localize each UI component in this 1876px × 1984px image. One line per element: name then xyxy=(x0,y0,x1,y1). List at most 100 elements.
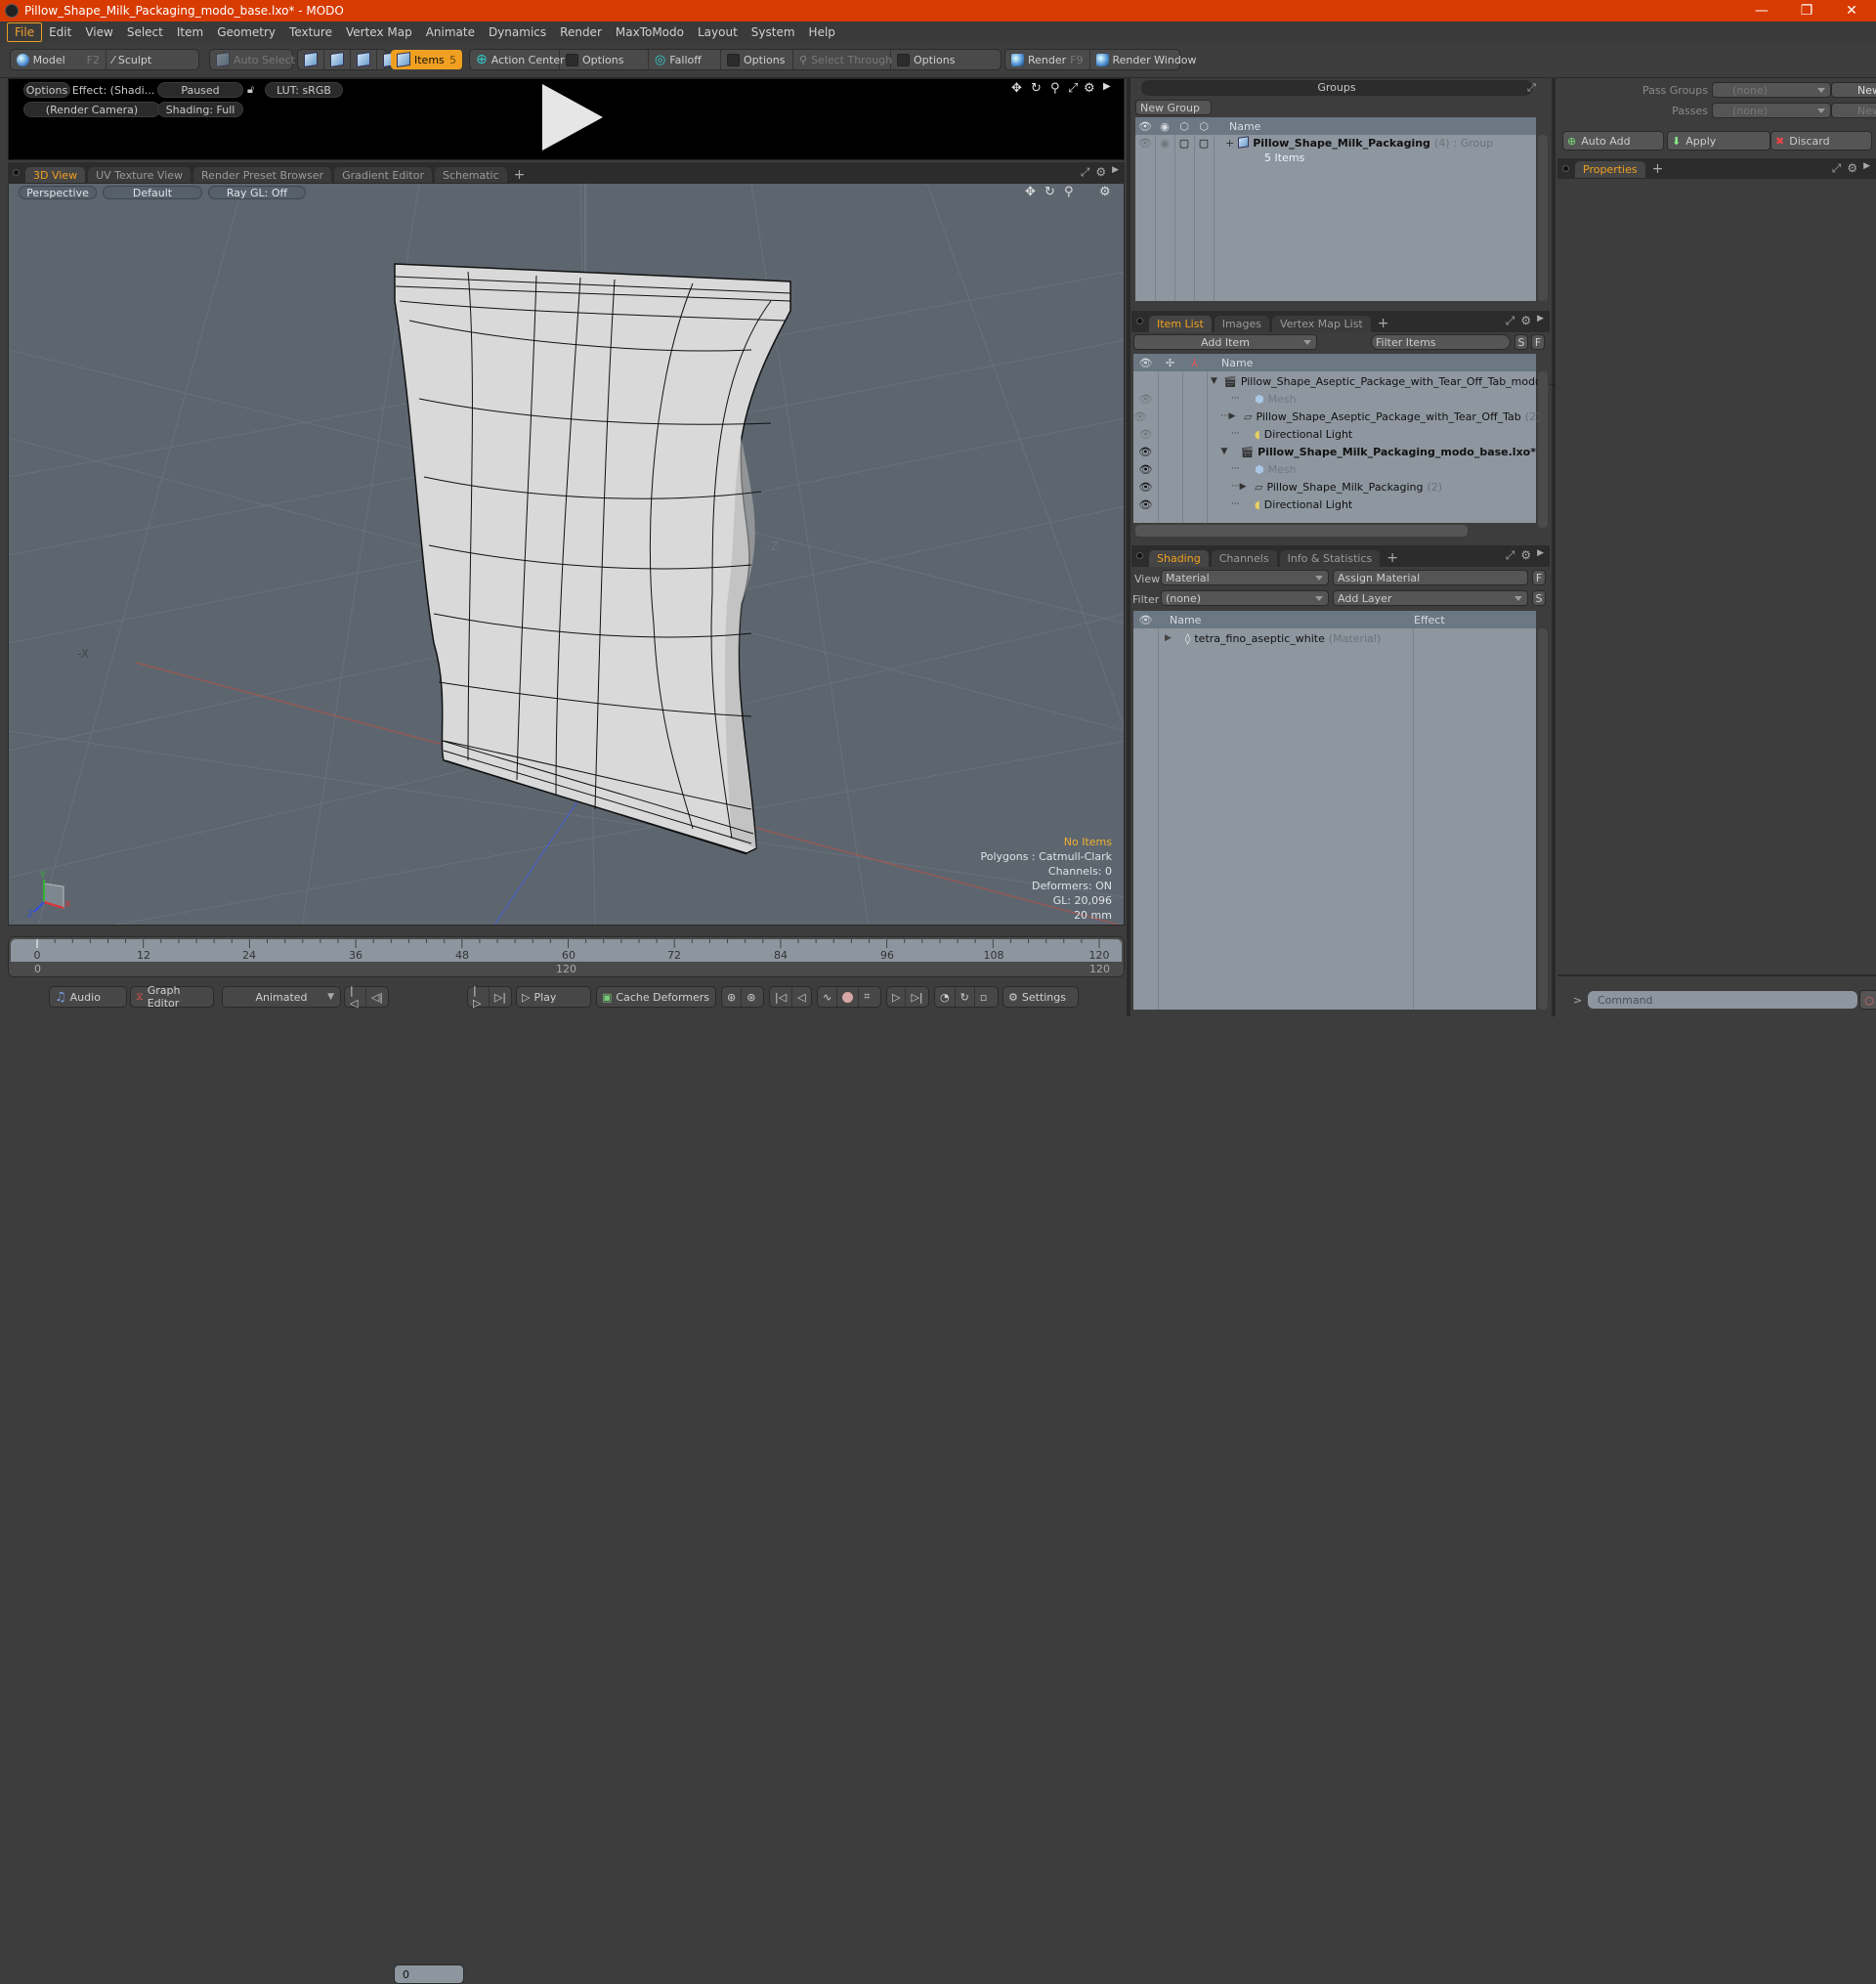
apply-button[interactable]: ⬇ Apply xyxy=(1667,131,1770,151)
menu-vertex-map[interactable]: Vertex Map xyxy=(339,23,419,41)
filter-items-input[interactable]: Filter Items xyxy=(1371,334,1511,350)
preview-effect-dropdown[interactable]: Effect: (Shadi... xyxy=(72,82,154,98)
passes-dropdown[interactable]: (none) xyxy=(1712,103,1831,118)
maximize-icon[interactable]: ⤢ xyxy=(1506,548,1515,563)
polygons-mode-button[interactable] xyxy=(351,50,377,69)
tab-render-preset-browser[interactable]: Render Preset Browser xyxy=(193,167,332,184)
auto-add-button[interactable]: ⊕ Auto Add xyxy=(1562,131,1664,151)
next-key-button[interactable]: |▷ xyxy=(468,984,490,1010)
visibility-eye-icon[interactable]: 👁︎ xyxy=(1133,393,1158,406)
tab-gradient-editor[interactable]: Gradient Editor xyxy=(334,167,432,184)
item-row[interactable]: 👁︎ ▼ 🎬︎Pillow_Shape_Aseptic_Package_with_T… xyxy=(1133,372,1556,390)
maximize-icon[interactable]: ⤢ xyxy=(1506,314,1515,328)
tab-schematic[interactable]: Schematic xyxy=(435,167,507,184)
zoom-view-icon[interactable]: ⚲ xyxy=(1064,185,1074,199)
key-selection-icon[interactable]: ◔ xyxy=(935,987,956,1007)
group-row[interactable]: 👁︎ ◉ ▢ ▢ + Pillow_Shape_Milk_Packaging (… xyxy=(1135,136,1536,166)
menu-layout[interactable]: Layout xyxy=(691,23,745,41)
item-row[interactable]: 👁︎ ···▶ ▱ Pillow_Shape_Milk_Packaging (2) xyxy=(1133,478,1536,496)
item-list-hscrollbar[interactable] xyxy=(1135,525,1468,537)
auto-select-button[interactable]: Auto Select xyxy=(210,50,301,69)
style-dropdown[interactable]: Default xyxy=(103,186,202,199)
new-group-button[interactable]: New Group xyxy=(1135,100,1212,115)
3d-viewport[interactable]: -X -Z Y X Z Perspective Default Ray GL: … xyxy=(8,183,1125,926)
panel-arrow-icon[interactable]: ▶ xyxy=(1112,165,1119,180)
menu-system[interactable]: System xyxy=(745,23,802,41)
tab-channels[interactable]: Channels xyxy=(1211,550,1277,567)
expand-arrow-icon[interactable]: ▶ xyxy=(1165,633,1172,643)
menu-animate[interactable]: Animate xyxy=(419,23,482,41)
key-channels-icon[interactable]: ⌗ xyxy=(859,987,874,1007)
gear-icon[interactable]: ⚙ xyxy=(1520,314,1531,328)
item-row[interactable]: 👁︎ ··· ⬢ Mesh xyxy=(1133,460,1536,478)
tab-images[interactable]: Images xyxy=(1214,316,1269,332)
prev-keyframe-icon[interactable]: |◁ xyxy=(770,987,793,1007)
timeline-ruler[interactable]: 0 12 24 36 48 60 72 84 96 108 120 xyxy=(11,939,1122,962)
menu-help[interactable]: Help xyxy=(802,23,842,41)
audio-button[interactable]: ♫ Audio xyxy=(49,986,127,1008)
menu-render[interactable]: Render xyxy=(553,23,609,41)
animated-dropdown[interactable]: Animated ▼ xyxy=(222,986,341,1008)
add-tab-icon[interactable]: + xyxy=(1648,161,1668,178)
render-button[interactable]: Render F9 xyxy=(1005,50,1090,69)
add-tab-icon[interactable]: + xyxy=(1383,550,1402,567)
prev-step-icon[interactable]: ◁ xyxy=(792,987,810,1007)
select-through-options-button[interactable]: Options xyxy=(891,50,960,69)
add-layer-dropdown[interactable]: Add Layer xyxy=(1333,590,1528,606)
edges-mode-button[interactable] xyxy=(324,50,351,69)
falloff-options-button[interactable]: Options xyxy=(721,50,793,69)
menu-maxtomodo[interactable]: MaxToModo xyxy=(609,23,691,41)
menu-file[interactable]: File xyxy=(7,22,43,42)
maximize-icon[interactable]: ⤢ xyxy=(1832,161,1842,176)
expand-arrow-icon[interactable]: ···▶ xyxy=(1220,411,1236,421)
vertices-mode-button[interactable] xyxy=(298,50,324,69)
select-through-button[interactable]: ⚲ Select Through xyxy=(793,50,892,69)
visibility-eye-icon[interactable]: 👁︎ xyxy=(1133,463,1158,476)
menu-texture[interactable]: Texture xyxy=(282,23,339,41)
item-row[interactable]: 👁︎ ···▶ ▱ Pillow_Shape_Aseptic_Package_with… xyxy=(1133,408,1540,425)
panel-arrow-icon[interactable]: ▶ xyxy=(1537,314,1544,328)
panel-arrow-icon[interactable]: ▶ xyxy=(1537,548,1544,563)
frame-input[interactable]: 0 xyxy=(394,1964,464,1984)
menu-select[interactable]: Select xyxy=(120,23,170,41)
panel-arrow-icon[interactable]: ▶ xyxy=(1863,161,1870,176)
tab-3d-view[interactable]: 3D View xyxy=(25,167,86,184)
view-dropdown[interactable]: Material xyxy=(1161,570,1329,585)
filter-dropdown[interactable]: (none) xyxy=(1161,590,1329,606)
splitter[interactable] xyxy=(1127,78,1130,1016)
play-button[interactable]: ▷ Play xyxy=(516,986,591,1008)
menu-dynamics[interactable]: Dynamics xyxy=(482,23,553,41)
splitter[interactable] xyxy=(1552,78,1556,1016)
add-item-dropdown[interactable]: Add Item xyxy=(1133,334,1317,350)
shading-scrollbar[interactable] xyxy=(1538,628,1548,1010)
record-icon[interactable] xyxy=(837,987,860,1007)
restore-button[interactable]: ❐ xyxy=(1784,0,1829,22)
tab-shading[interactable]: Shading xyxy=(1149,550,1209,567)
key-up-icon[interactable]: ⊛ xyxy=(722,987,743,1007)
lock-toggle[interactable]: ▢ xyxy=(1174,137,1194,150)
panel-arrow-icon[interactable]: ▶ xyxy=(1103,81,1111,92)
preview-options-button[interactable]: Options xyxy=(23,82,70,98)
render-camera-icon[interactable]: ◉ xyxy=(1155,137,1174,150)
visibility-eye-icon[interactable]: 👁︎ xyxy=(1133,375,1147,388)
visibility-eye-icon[interactable]: 👁︎ xyxy=(1133,410,1147,423)
gear-icon[interactable]: ⚙ xyxy=(1095,165,1106,180)
close-button[interactable]: ✕ xyxy=(1829,0,1874,22)
groups-scrollbar[interactable] xyxy=(1538,135,1548,301)
lut-dropdown[interactable]: LUT: sRGB xyxy=(265,82,343,98)
add-tab-icon[interactable]: + xyxy=(510,167,530,184)
f-filter-button[interactable]: F xyxy=(1531,334,1545,350)
shading-dropdown[interactable]: Shading: Full xyxy=(157,102,243,117)
model-button[interactable]: Model F2 xyxy=(11,50,107,69)
sculpt-button[interactable]: ⁄ Sculpt xyxy=(107,50,157,69)
action-center-button[interactable]: ⊕ Action Center xyxy=(470,50,565,69)
expand-arrow-icon[interactable]: ▼ xyxy=(1211,376,1217,386)
timeline-range[interactable]: 0 120 120 xyxy=(11,963,1122,976)
s-button[interactable]: S xyxy=(1532,590,1546,606)
prev-key-button[interactable]: ◁| xyxy=(366,987,388,1007)
item-list-vscrollbar[interactable] xyxy=(1538,371,1548,528)
perspective-dropdown[interactable]: Perspective xyxy=(19,186,97,199)
discard-button[interactable]: ✖ Discard xyxy=(1770,131,1872,151)
command-input[interactable]: Command xyxy=(1588,991,1857,1009)
action-center-options-button[interactable]: Options xyxy=(560,50,649,69)
